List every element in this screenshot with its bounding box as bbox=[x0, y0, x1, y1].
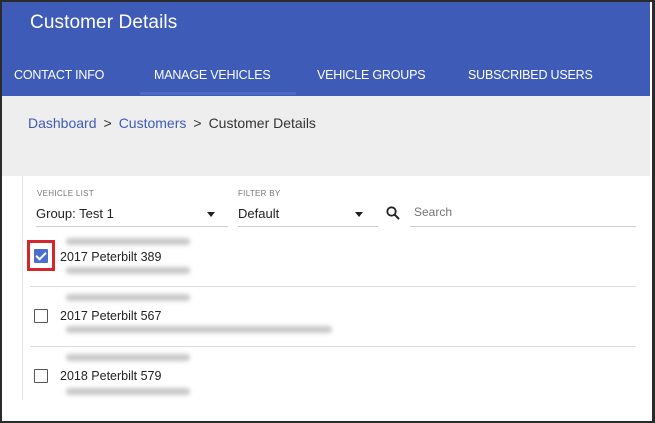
highlight-annotation bbox=[27, 240, 55, 271]
vehicle-name: 2018 Peterbilt 579 bbox=[60, 369, 162, 383]
redacted-detail bbox=[66, 326, 332, 333]
vehicle-list-select[interactable]: Group: Test 1 bbox=[36, 200, 226, 226]
app-header: Customer Details CONTACT INFO MANAGE VEH… bbox=[2, 2, 650, 96]
tab-contact-info[interactable]: CONTACT INFO bbox=[14, 68, 104, 82]
redacted-vin bbox=[66, 238, 190, 245]
vehicle-list-label: VEHICLE LIST bbox=[37, 189, 94, 198]
tab-manage-vehicles[interactable]: MANAGE VEHICLES bbox=[154, 68, 271, 82]
vehicle-list-value: Group: Test 1 bbox=[36, 206, 114, 221]
filter-by-select[interactable]: Default bbox=[238, 200, 376, 226]
breadcrumb-current: Customer Details bbox=[208, 115, 316, 131]
active-tab-indicator bbox=[140, 92, 296, 95]
vehicle-name: 2017 Peterbilt 567 bbox=[60, 309, 162, 323]
vehicle-checkbox[interactable] bbox=[34, 369, 48, 383]
vehicle-list-underline bbox=[36, 226, 228, 227]
content-background bbox=[2, 96, 650, 176]
tab-vehicle-groups[interactable]: VEHICLE GROUPS bbox=[317, 68, 426, 82]
filter-by-underline bbox=[238, 226, 378, 227]
search-icon[interactable] bbox=[386, 206, 400, 220]
vehicle-checkbox[interactable] bbox=[34, 309, 48, 323]
row-divider bbox=[30, 286, 636, 287]
tab-subscribed-users[interactable]: SUBSCRIBED USERS bbox=[468, 68, 593, 82]
page-footer-space bbox=[2, 400, 650, 421]
search-underline bbox=[410, 226, 636, 227]
chevron-down-icon bbox=[355, 212, 363, 217]
search-input[interactable] bbox=[414, 200, 636, 224]
filter-by-label: FILTER BY bbox=[238, 189, 281, 198]
breadcrumb: Dashboard > Customers > Customer Details bbox=[28, 115, 316, 131]
chevron-down-icon bbox=[207, 212, 215, 217]
vehicle-name: 2017 Peterbilt 389 bbox=[60, 250, 162, 264]
filter-by-value: Default bbox=[238, 206, 280, 221]
redacted-detail bbox=[66, 267, 190, 274]
tab-bar: CONTACT INFO MANAGE VEHICLES VEHICLE GRO… bbox=[2, 60, 650, 96]
breadcrumb-dashboard[interactable]: Dashboard bbox=[28, 115, 97, 131]
row-divider bbox=[30, 346, 636, 347]
redacted-vin bbox=[66, 354, 190, 361]
page-title: Customer Details bbox=[30, 12, 178, 33]
redacted-vin bbox=[66, 294, 190, 301]
redacted-detail bbox=[66, 388, 190, 395]
breadcrumb-separator: > bbox=[103, 115, 112, 131]
breadcrumb-customers[interactable]: Customers bbox=[119, 115, 187, 131]
breadcrumb-separator: > bbox=[193, 115, 202, 131]
